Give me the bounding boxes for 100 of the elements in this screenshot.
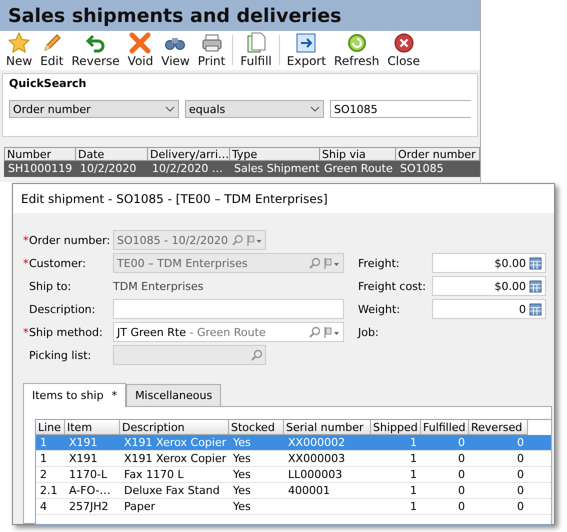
- field-label: Customer:: [29, 256, 86, 270]
- table-row[interactable]: 2 1170-L Fax 1170 L Yes LL000003 1 0 0: [36, 467, 551, 483]
- table-cell-text: X191 Xerox Copier: [123, 435, 228, 450]
- field-label: Weight:: [358, 302, 402, 316]
- search-icon: [308, 257, 320, 269]
- toolbar-button[interactable]: Print: [194, 32, 230, 68]
- table-cell-text: Yes: [232, 467, 252, 482]
- table-cell-text: 1: [409, 435, 418, 450]
- table-cell-text: Fax 1170 L: [123, 467, 185, 482]
- column-header[interactable]: Ship via: [320, 147, 396, 161]
- search-field[interactable]: SO1085: [330, 100, 471, 118]
- column-header[interactable]: Description: [120, 420, 229, 435]
- table-cell-text: 1170-L: [68, 467, 108, 482]
- table-row[interactable]: SH1000119 10/2/2020 10/2/2020 … Sales Shipment Green Route SO1085: [4, 161, 480, 177]
- table-row[interactable]: 1 X191 X191 Xerox Copier Yes XX000003 1 0 0: [36, 451, 551, 467]
- calculator-icon: [529, 302, 542, 316]
- column-header[interactable]: Shipped: [371, 420, 421, 435]
- table-cell-text: 0: [457, 467, 466, 482]
- column-header[interactable]: Delivery/arri…: [148, 147, 230, 161]
- table-cell-text: 10/2/2020 …: [151, 161, 224, 177]
- field-label: Ship method:: [29, 326, 103, 338]
- number-field[interactable]: $0.00: [432, 276, 546, 296]
- table-cell-text: Yes: [232, 483, 252, 498]
- column-header[interactable]: Date: [76, 147, 148, 161]
- toolbar-button[interactable]: Void: [124, 32, 158, 68]
- table-cell-text: Deluxe Fax Stand: [123, 483, 221, 498]
- table-cell-text: X191: [68, 451, 99, 466]
- toolbar-button[interactable]: Fulfill: [236, 32, 276, 68]
- toolbar-button[interactable]: Edit: [36, 32, 68, 68]
- table-cell-text: 2: [39, 467, 48, 482]
- number-field[interactable]: 0: [432, 299, 546, 319]
- table-cell-text: 0: [516, 467, 525, 482]
- operator-dropdown[interactable]: equals: [185, 100, 324, 118]
- caret-icon: [310, 104, 320, 114]
- toolbar-button[interactable]: Export: [282, 32, 330, 68]
- field-dropdown[interactable]: Order number: [9, 100, 179, 118]
- table-cell-text: 0: [516, 435, 525, 450]
- toolbar-button[interactable]: View: [157, 32, 194, 68]
- table-cell-text: 1: [409, 467, 418, 482]
- required-mark: *: [23, 234, 28, 246]
- search-icon: [250, 349, 262, 361]
- field-label: Freight:: [358, 256, 401, 270]
- table-cell-text: 1: [409, 451, 418, 466]
- toolbar-button[interactable]: Reverse: [67, 32, 124, 68]
- table-cell-text: LL000003: [287, 467, 344, 482]
- table-cell-text: Paper: [123, 499, 156, 514]
- column-header[interactable]: Stocked: [229, 420, 284, 435]
- column-header[interactable]: Reversed: [469, 420, 528, 435]
- table-cell-text: 1: [39, 451, 48, 466]
- table-cell-text: 0: [457, 499, 466, 514]
- table-cell-text: 10/2/2020: [79, 161, 138, 177]
- search-icon: [231, 234, 243, 246]
- field-label: Freight cost:: [358, 280, 427, 292]
- column-header[interactable]: Type: [230, 147, 320, 161]
- field-label: Description:: [29, 302, 96, 316]
- field-label: Picking list:: [29, 348, 92, 362]
- dialog-title: Edit shipment - SO1085 - [TE00 – TDM Enterprises]: [13, 184, 554, 213]
- table-cell-text: 0: [516, 451, 525, 466]
- column-header[interactable]: Line: [36, 420, 65, 435]
- table-cell-text: Yes: [232, 499, 252, 514]
- table-cell-text: X191: [68, 435, 99, 450]
- flag-dropdown-icon: [323, 256, 340, 270]
- search-icon: [308, 326, 320, 338]
- export-icon: [295, 32, 318, 54]
- cross-icon: [129, 32, 152, 54]
- toolbar-button[interactable]: Refresh: [330, 32, 384, 68]
- table-cell-text: 257JH2: [68, 499, 110, 514]
- table-cell-text: X191 Xerox Copier: [123, 451, 228, 466]
- toolbar-button[interactable]: Close: [383, 32, 424, 68]
- table-cell-text: 0: [457, 451, 466, 466]
- table-row[interactable]: 4 257JH2 Paper Yes 1 0 0: [36, 499, 551, 515]
- toolbar-button[interactable]: New: [2, 32, 36, 68]
- table-cell-text: SO1085: [399, 161, 445, 177]
- table-cell-text: 2.1: [39, 483, 58, 498]
- table-cell-text: Yes: [232, 451, 252, 466]
- table-cell-text: Sales Shipment: [233, 161, 320, 177]
- caret-icon: [165, 104, 175, 114]
- table-cell-text: 0: [516, 499, 525, 514]
- field-label: Ship to:: [29, 280, 72, 292]
- tab[interactable]: Miscellaneous: [126, 384, 222, 406]
- column-header[interactable]: Item: [65, 420, 120, 435]
- flag-dropdown-icon: [323, 326, 340, 338]
- table-cell-text: XX000003: [287, 451, 346, 466]
- field-label: Job:: [358, 326, 380, 338]
- column-header[interactable]: Number: [4, 147, 76, 161]
- tab[interactable]: Items to ship *: [23, 383, 126, 407]
- field-value: TDM Enterprises: [113, 280, 204, 292]
- column-header[interactable]: Order number: [396, 147, 480, 161]
- column-header[interactable]: Fulfilled: [421, 420, 469, 435]
- lookup-field[interactable]: JT Green Rte - Green Route: [113, 322, 344, 342]
- table-cell-text: 1: [409, 483, 418, 498]
- field-label: Order number:: [29, 234, 110, 246]
- table-cell-text: 0: [457, 435, 466, 450]
- table-cell-text: 0: [516, 483, 525, 498]
- column-header[interactable]: Serial number: [284, 420, 371, 435]
- star-icon: [8, 32, 30, 54]
- table-row[interactable]: 2.1 A-FO-… Deluxe Fax Stand Yes 400001 1 0 0: [36, 483, 551, 499]
- number-field[interactable]: $0.00: [432, 253, 546, 273]
- input-field[interactable]: [113, 299, 344, 319]
- undo-arrow-icon: [84, 32, 107, 54]
